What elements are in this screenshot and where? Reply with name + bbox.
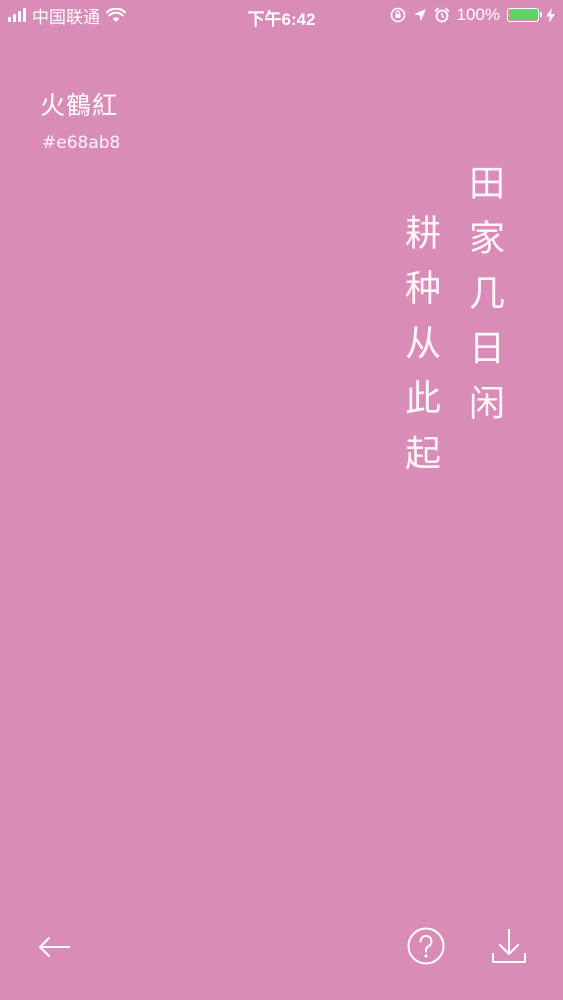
help-icon <box>407 927 445 965</box>
back-arrow-icon <box>39 937 70 957</box>
orientation-lock-icon <box>390 7 405 23</box>
status-bar: 中国联通 下午6:42 100% <box>0 0 563 30</box>
location-icon <box>413 9 426 21</box>
help-button[interactable] <box>404 924 448 968</box>
poem-line-1: 田家几日闲 <box>463 164 504 439</box>
poem-line-2: 耕种从此起 <box>399 214 440 489</box>
battery-fill <box>509 10 537 20</box>
status-right: 100% <box>390 5 555 25</box>
color-hex-code: #e68ab8 <box>42 133 121 153</box>
color-name: 火鶴紅 <box>40 91 119 120</box>
download-button[interactable] <box>487 924 531 968</box>
back-button[interactable] <box>32 925 76 969</box>
poem: 田家几日闲 耕种从此起 <box>399 164 504 489</box>
alarm-icon <box>434 7 449 23</box>
charging-icon <box>546 7 555 23</box>
battery-percent: 100% <box>456 5 500 24</box>
download-icon <box>492 929 526 963</box>
battery-icon <box>507 8 542 22</box>
color-detail-screen: 中国联通 下午6:42 100% 火鶴紅 #e68ab8 田家几日闲 耕种从此起 <box>0 0 563 1000</box>
